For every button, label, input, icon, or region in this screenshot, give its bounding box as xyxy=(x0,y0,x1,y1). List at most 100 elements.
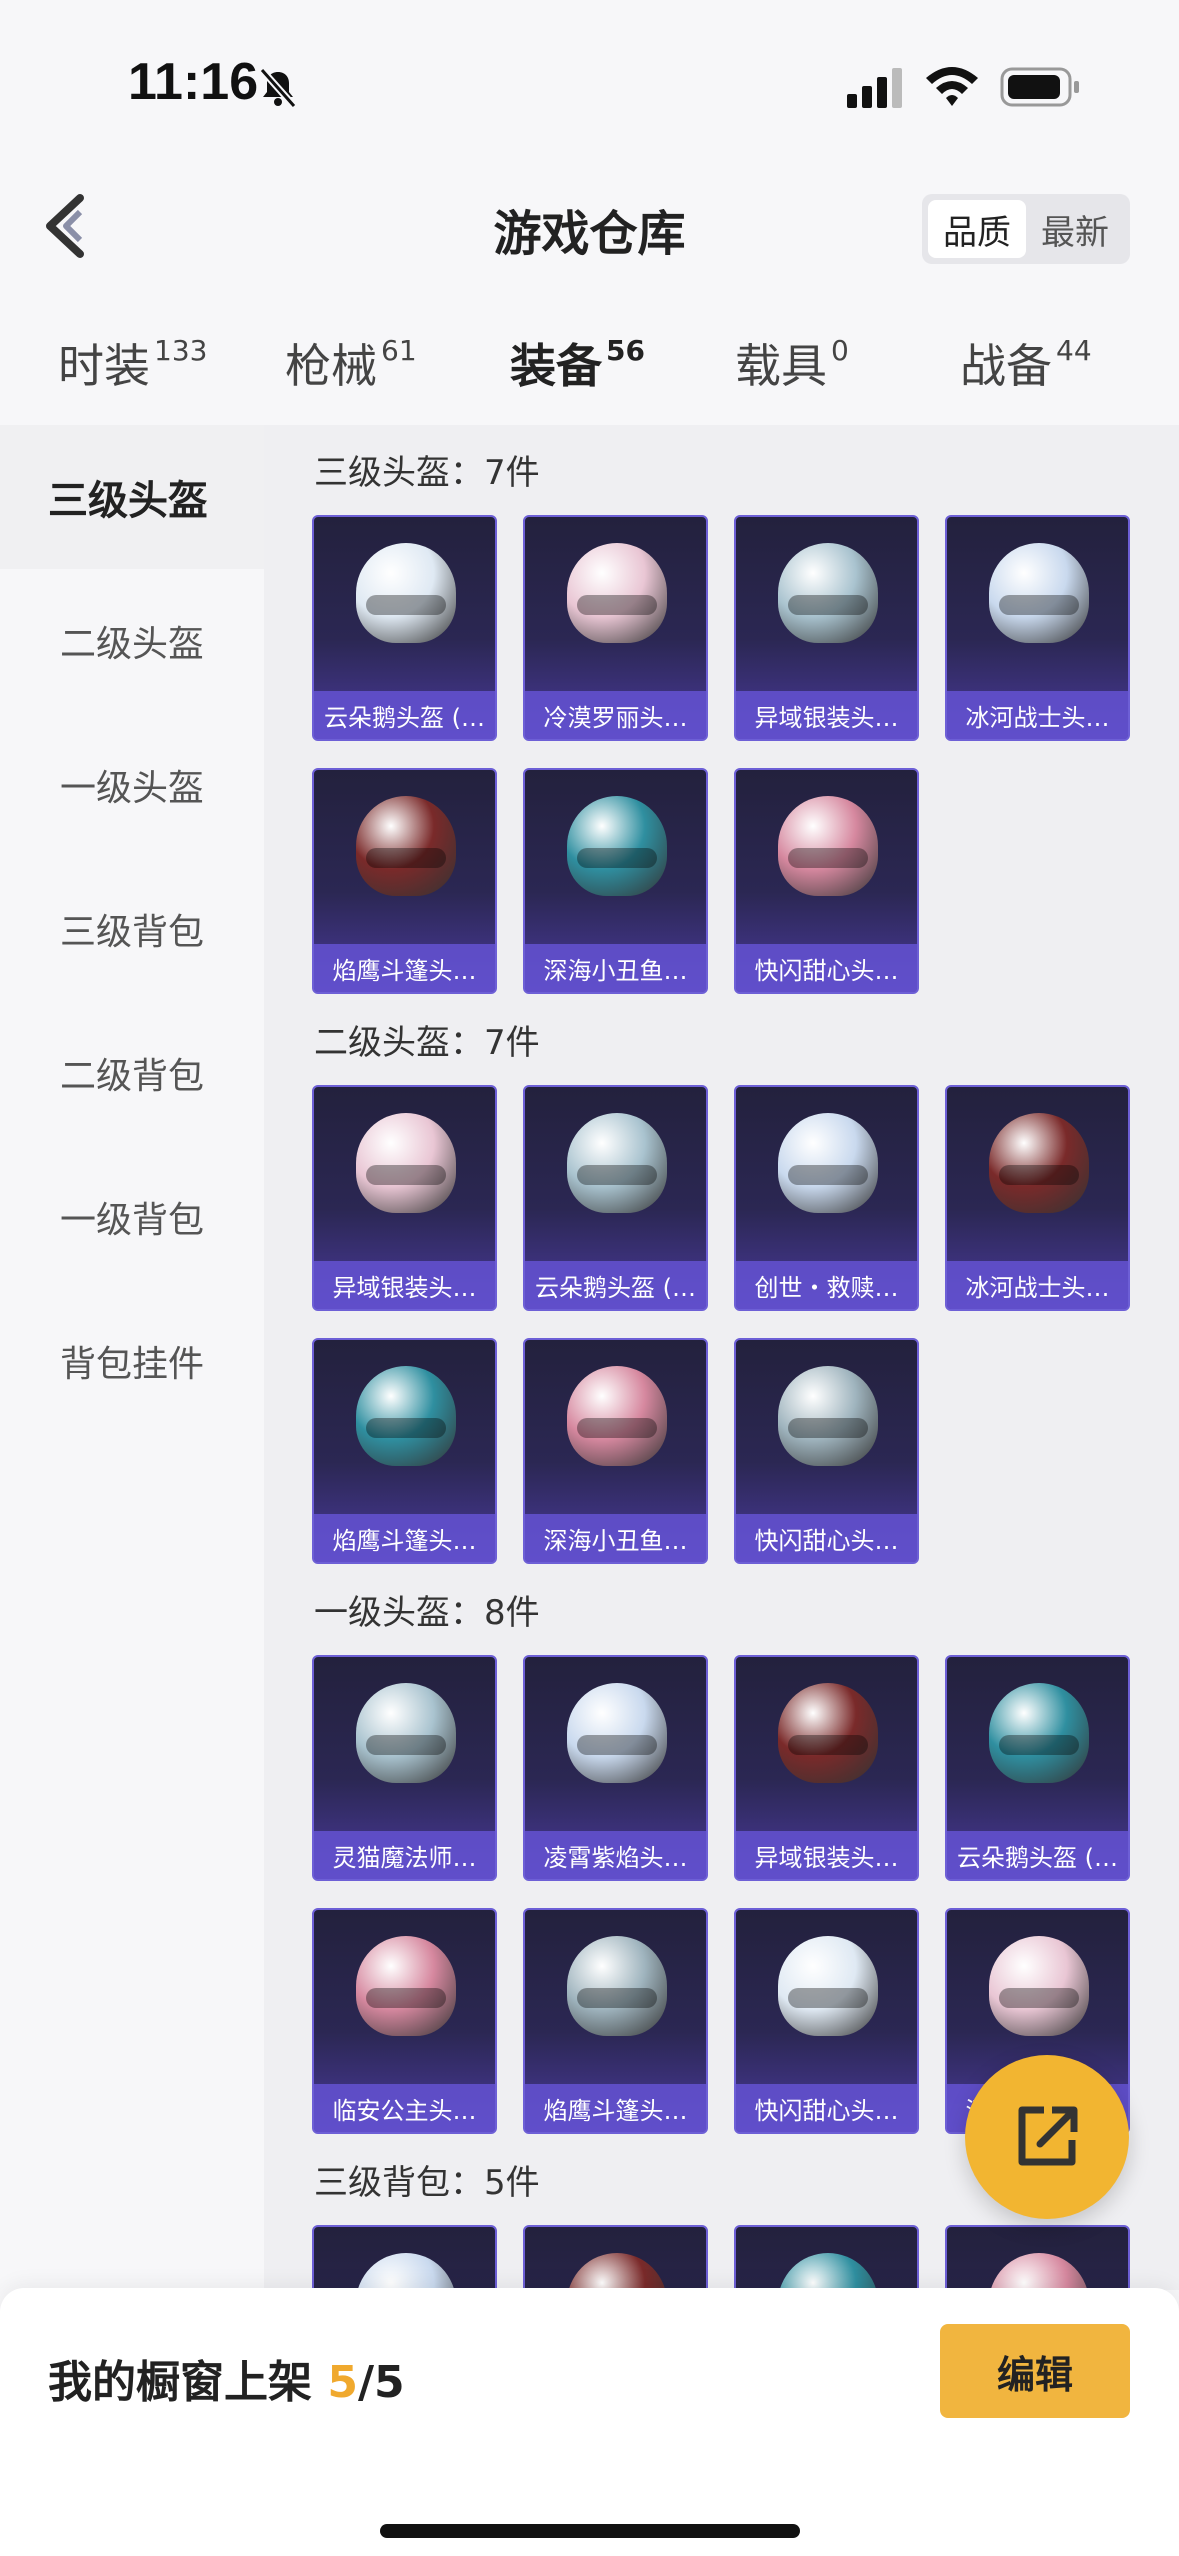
item-card-label: 快闪甜心头… xyxy=(736,2084,917,2132)
item-card[interactable]: 临安公主头… xyxy=(312,1908,497,2134)
status-bar: 11:16 xyxy=(0,0,1179,150)
sort-toggle: 品质 最新 xyxy=(922,194,1130,264)
helmet-icon xyxy=(778,1936,878,2036)
sort-newest-option[interactable]: 最新 xyxy=(1026,200,1124,258)
item-card[interactable] xyxy=(312,2225,497,2290)
item-card[interactable]: 异域银装头… xyxy=(734,1655,919,1881)
share-external-icon xyxy=(1018,2106,1078,2166)
tab-equipment[interactable]: 装备 56 xyxy=(510,330,645,438)
item-card-label: 焰鹰斗篷头… xyxy=(525,2084,706,2132)
item-card-label: 快闪甜心头… xyxy=(736,944,917,992)
item-card[interactable] xyxy=(945,2225,1130,2290)
tab-supplies[interactable]: 战备 44 xyxy=(960,330,1092,396)
item-card[interactable]: 深海小丑鱼… xyxy=(523,768,708,994)
item-card-label: 云朵鹅头盔 (… xyxy=(947,1831,1128,1879)
status-time: 11:16 xyxy=(128,53,259,111)
section-title: 二级头盔：7件 xyxy=(314,1023,540,1063)
item-card[interactable]: 异域银装头… xyxy=(734,515,919,741)
item-card[interactable]: 焰鹰斗篷头… xyxy=(312,768,497,994)
item-card[interactable]: 冰河战士头… xyxy=(945,1085,1130,1311)
sidebar-item-backpack-charm[interactable]: 背包挂件 xyxy=(0,1289,264,1433)
edit-button[interactable]: 编辑 xyxy=(940,2324,1130,2418)
item-card[interactable]: 云朵鹅头盔 (… xyxy=(523,1085,708,1311)
item-card-label: 云朵鹅头盔 (… xyxy=(525,1261,706,1309)
item-card[interactable]: 快闪甜心头… xyxy=(734,1338,919,1564)
sidebar-item-level1-helmet[interactable]: 一级头盔 xyxy=(0,713,264,857)
item-card[interactable]: 焰鹰斗篷头… xyxy=(312,1338,497,1564)
item-card[interactable]: 深海小丑鱼… xyxy=(523,1338,708,1564)
helmet-icon xyxy=(567,543,667,643)
tab-weapons[interactable]: 枪械 61 xyxy=(285,330,417,396)
helmet-icon xyxy=(567,1366,667,1466)
item-card[interactable]: 云朵鹅头盔 (… xyxy=(945,1655,1130,1881)
item-card-label: 深海小丑鱼… xyxy=(525,944,706,992)
showcase-bar: 我的橱窗上架 5/5 编辑 xyxy=(0,2288,1179,2556)
item-card-label: 冷漠罗丽头… xyxy=(525,691,706,739)
item-card[interactable]: 异域银装头… xyxy=(312,1085,497,1311)
showcase-total-count: /5 xyxy=(357,2357,405,2408)
nav-header: 游戏仓库 品质 最新 xyxy=(0,150,1179,280)
category-tabs: 时装 133 枪械 61 装备 56 载具 0 战备 44 xyxy=(0,300,1179,438)
sidebar-item-level2-helmet[interactable]: 二级头盔 xyxy=(0,569,264,713)
helmet-icon xyxy=(778,1113,878,1213)
item-card-label: 云朵鹅头盔 (… xyxy=(314,691,495,739)
sort-quality-option[interactable]: 品质 xyxy=(928,200,1026,258)
helmet-icon xyxy=(567,2253,667,2290)
item-card-label: 异域银装头… xyxy=(736,1831,917,1879)
helmet-icon xyxy=(356,2253,456,2290)
wifi-icon xyxy=(926,67,978,106)
item-card[interactable]: 冰河战士头… xyxy=(945,515,1130,741)
bell-muted-icon xyxy=(259,67,297,109)
sidebar-item-level3-helmet[interactable]: 三级头盔 xyxy=(0,425,264,569)
category-sidebar: 三级头盔 二级头盔 一级头盔 三级背包 二级背包 一级背包 背包挂件 xyxy=(0,425,264,2290)
helmet-icon xyxy=(356,1366,456,1466)
helmet-icon xyxy=(778,2253,878,2290)
item-card-label: 焰鹰斗篷头… xyxy=(314,1514,495,1562)
tab-fashion[interactable]: 时装 133 xyxy=(58,330,207,396)
item-card-label: 冰河战士头… xyxy=(947,1261,1128,1309)
item-card[interactable]: 创世・救赎… xyxy=(734,1085,919,1311)
helmet-icon xyxy=(356,543,456,643)
helmet-icon xyxy=(567,796,667,896)
helmet-icon xyxy=(567,1936,667,2036)
item-card[interactable]: 冷漠罗丽头… xyxy=(523,515,708,741)
item-card-label: 异域银装头… xyxy=(314,1261,495,1309)
tab-vehicles[interactable]: 载具 0 xyxy=(735,330,849,396)
helmet-icon xyxy=(356,1113,456,1213)
section-title: 一级头盔：8件 xyxy=(314,1593,540,1633)
item-card-label: 焰鹰斗篷头… xyxy=(314,944,495,992)
item-card[interactable]: 焰鹰斗篷头… xyxy=(523,1908,708,2134)
share-button[interactable] xyxy=(965,2055,1129,2219)
helmet-icon xyxy=(989,543,1089,643)
item-card[interactable]: 凌霄紫焰头… xyxy=(523,1655,708,1881)
item-card[interactable]: 云朵鹅头盔 (… xyxy=(312,515,497,741)
item-card[interactable] xyxy=(523,2225,708,2290)
showcase-status: 我的橱窗上架 5/5 xyxy=(48,2357,405,2408)
item-card-label: 临安公主头… xyxy=(314,2084,495,2132)
helmet-icon xyxy=(989,2253,1089,2290)
helmet-icon xyxy=(778,543,878,643)
item-grid: 三级头盔：7件 二级头盔：7件 一级头盔：8件 三级背包：5件 云朵鹅头盔 (…… xyxy=(264,425,1179,2290)
item-card-label: 异域银装头… xyxy=(736,691,917,739)
helmet-icon xyxy=(567,1113,667,1213)
helmet-icon xyxy=(989,1683,1089,1783)
item-card-label: 深海小丑鱼… xyxy=(525,1514,706,1562)
helmet-icon xyxy=(356,1683,456,1783)
item-card-label: 凌霄紫焰头… xyxy=(525,1831,706,1879)
showcase-current-count: 5 xyxy=(327,2357,358,2408)
item-card-label: 冰河战士头… xyxy=(947,691,1128,739)
helmet-icon xyxy=(989,1936,1089,2036)
item-card[interactable]: 快闪甜心头… xyxy=(734,768,919,994)
home-indicator xyxy=(380,2524,800,2538)
item-card[interactable]: 灵猫魔法师… xyxy=(312,1655,497,1881)
sidebar-item-level1-backpack[interactable]: 一级背包 xyxy=(0,1145,264,1289)
item-card[interactable]: 快闪甜心头… xyxy=(734,1908,919,2134)
section-title: 三级背包：5件 xyxy=(314,2163,540,2203)
item-card-label: 快闪甜心头… xyxy=(736,1514,917,1562)
helmet-icon xyxy=(989,1113,1089,1213)
section-title: 三级头盔：7件 xyxy=(314,453,540,493)
helmet-icon xyxy=(778,1366,878,1466)
sidebar-item-level2-backpack[interactable]: 二级背包 xyxy=(0,1001,264,1145)
item-card[interactable] xyxy=(734,2225,919,2290)
sidebar-item-level3-backpack[interactable]: 三级背包 xyxy=(0,857,264,1001)
